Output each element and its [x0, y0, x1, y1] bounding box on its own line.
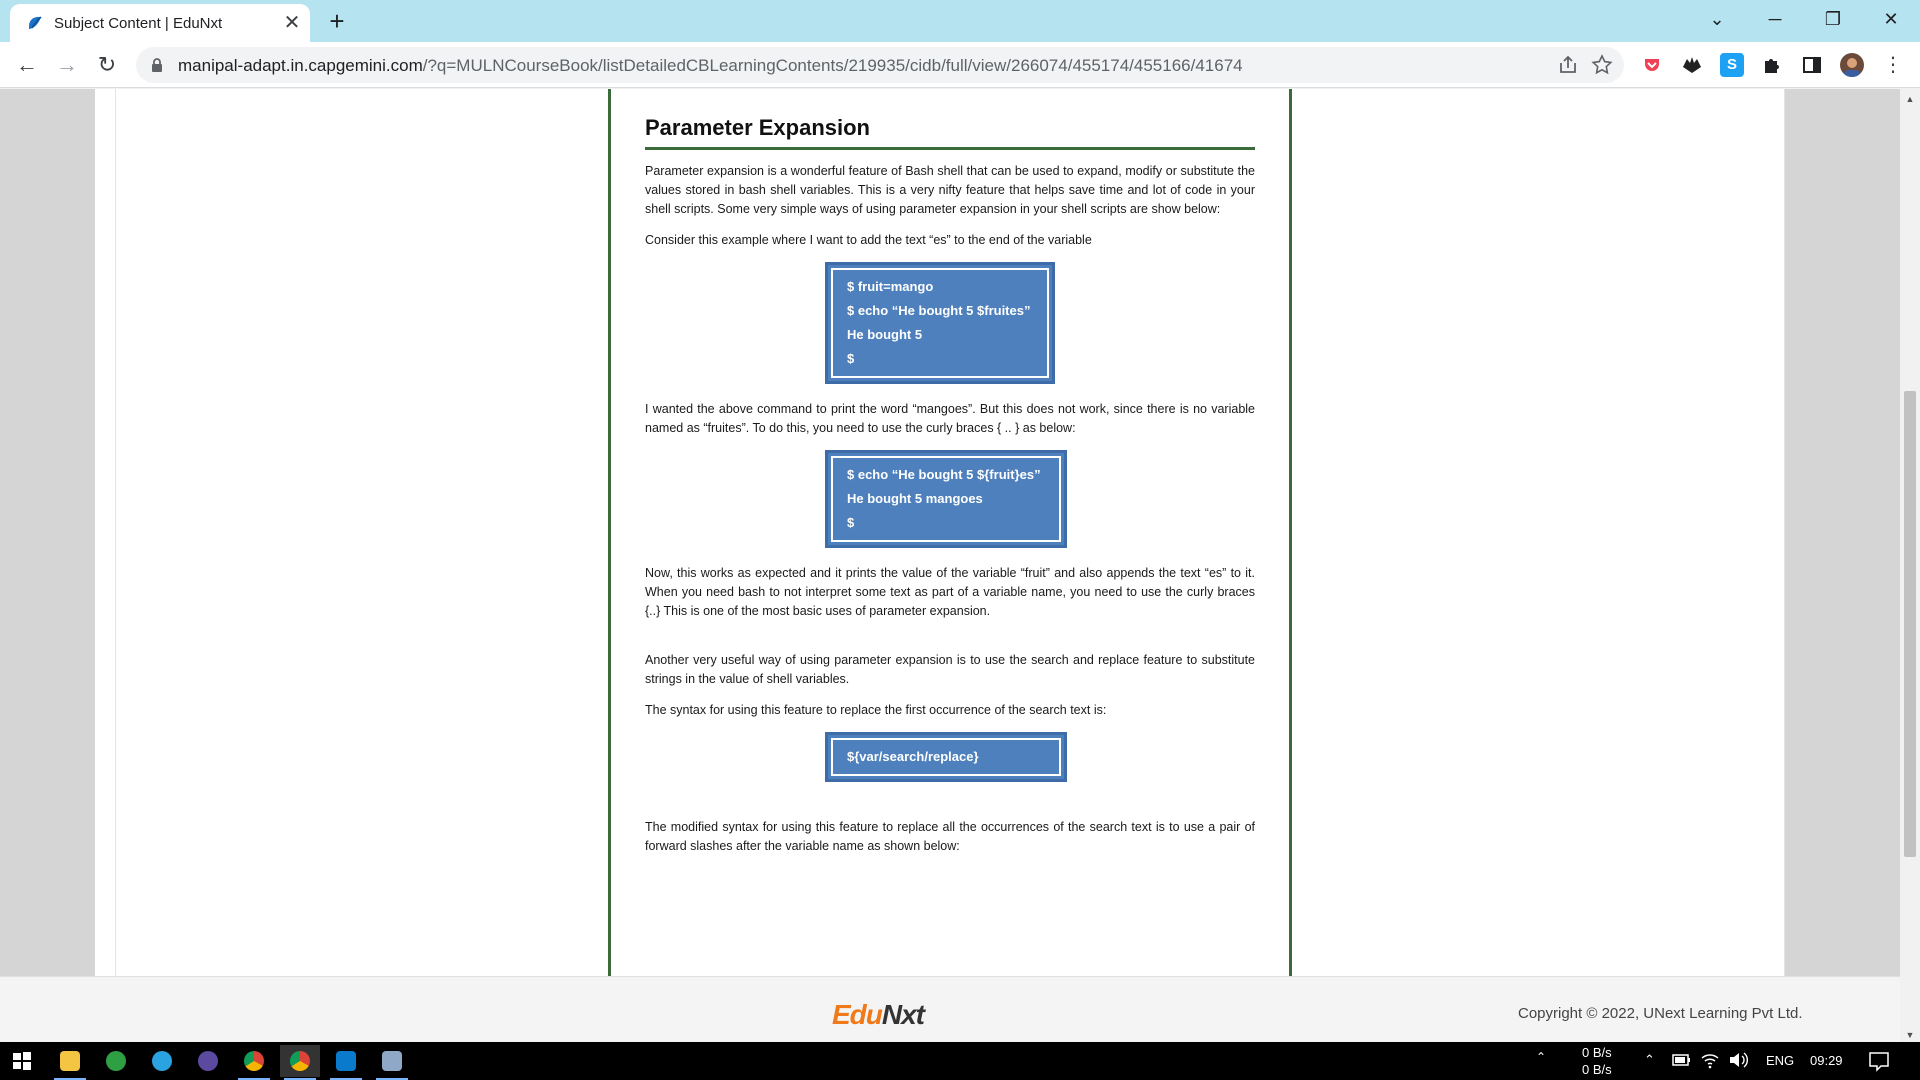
restore-button[interactable]: ❐ [1810, 0, 1856, 38]
windows-logo-icon [13, 1052, 31, 1070]
paragraph-result: Now, this works as expected and it print… [645, 566, 1255, 618]
clock-time[interactable]: 09:29 [1810, 1053, 1843, 1068]
show-hidden-icons-icon[interactable]: ⌃ [1644, 1052, 1655, 1068]
scroll-down-arrow-icon[interactable]: ▼ [1904, 1029, 1916, 1041]
code-line: $ fruit=mango [847, 279, 934, 294]
browser-toolbar: ← → ↻ manipal-adapt.in.capgemini.com/?q=… [0, 42, 1920, 88]
taskbar-app-purple[interactable] [188, 1045, 228, 1077]
wifi-icon[interactable] [1700, 1051, 1720, 1069]
code-line: $ [847, 515, 855, 530]
code-block-1: $ fruit=mango $ echo “He bought 5 $fruit… [825, 262, 1055, 384]
windows-taskbar: ⌃ 0 B/s 0 B/s ⌃ ENG 09:29 [0, 1042, 1920, 1080]
logo-edu: Edu [832, 999, 883, 1030]
forward-button[interactable]: → [52, 50, 82, 80]
paragraph-intro: Parameter expansion is a wonderful featu… [645, 164, 1255, 216]
copyright-text: Copyright © 2022, UNext Learning Pvt Ltd… [1518, 1005, 1803, 1022]
taskbar-telegram[interactable] [142, 1045, 182, 1077]
notifications-icon[interactable] [1868, 1050, 1890, 1072]
tab-strip: Subject Content | EduNxt ✕ + ⌄ ─ ❐ ✕ [0, 0, 1920, 42]
logo-nxt: Nxt [881, 999, 925, 1030]
network-download-speed: 0 B/s [1582, 1062, 1612, 1077]
tab-close-icon[interactable]: ✕ [280, 11, 304, 35]
language-indicator[interactable]: ENG [1766, 1053, 1794, 1068]
code-line: He bought 5 mangoes [847, 491, 983, 506]
extension-bat-icon[interactable] [1680, 53, 1704, 77]
close-window-button[interactable]: ✕ [1868, 0, 1914, 38]
taskbar-app-green[interactable] [96, 1045, 136, 1077]
edunxt-logo[interactable]: EduNxt [832, 999, 925, 1031]
page-viewport: Parameter Expansion Parameter expansion … [0, 89, 1900, 976]
profile-avatar[interactable] [1840, 53, 1864, 77]
folder-icon [60, 1051, 80, 1071]
paragraph-explain: I wanted the above command to print the … [645, 402, 1255, 435]
paragraph-search-replace: Another very useful way of using paramet… [645, 653, 1255, 686]
taskbar-chrome-2[interactable] [280, 1045, 320, 1080]
document-page: Parameter Expansion Parameter expansion … [608, 89, 1292, 976]
chrome-icon [290, 1051, 310, 1071]
document-heading: Parameter Expansion [645, 115, 1255, 150]
code-line: $ echo “He bought 5 $fruites” [847, 303, 1031, 318]
bookmark-star-icon[interactable] [1590, 53, 1614, 77]
telegram-icon [152, 1051, 172, 1071]
scrollbar-thumb[interactable] [1904, 391, 1916, 857]
pocket-extension-icon[interactable] [1640, 53, 1664, 77]
code-line: He bought 5 [847, 327, 923, 342]
battery-icon[interactable] [1672, 1053, 1692, 1067]
document-content: Parameter Expansion Parameter expansion … [645, 115, 1255, 868]
url-host: manipal-adapt.in.capgemini.com [178, 56, 423, 75]
monitor-icon [382, 1051, 402, 1071]
code-line: ${var/search/replace} [847, 749, 979, 764]
address-bar[interactable]: manipal-adapt.in.capgemini.com/?q=MULNCo… [136, 47, 1624, 83]
tab-title: Subject Content | EduNxt [54, 15, 223, 32]
paragraph-syntax: The syntax for using this feature to rep… [645, 703, 1107, 717]
share-icon[interactable] [1556, 53, 1580, 77]
green-app-icon [106, 1051, 126, 1071]
network-upload-speed: 0 B/s [1582, 1045, 1612, 1060]
code-block-2: $ echo “He bought 5 ${fruit}es” He bough… [825, 450, 1067, 548]
chrome-icon [244, 1051, 264, 1071]
edunxt-favicon-icon [29, 16, 42, 29]
volume-icon[interactable] [1728, 1051, 1748, 1069]
paragraph-modified-syntax: The modified syntax for using this featu… [645, 820, 1255, 853]
browser-tab-active[interactable]: Subject Content | EduNxt ✕ [10, 4, 310, 42]
taskbar-app-screen[interactable] [372, 1045, 412, 1080]
minimize-button[interactable]: ─ [1752, 0, 1798, 38]
taskbar-file-explorer[interactable] [50, 1045, 90, 1080]
tray-chevrons-icon[interactable]: ⌃ [1536, 1050, 1546, 1064]
vscode-icon [336, 1051, 356, 1071]
back-button[interactable]: ← [12, 50, 42, 80]
extension-s-icon[interactable]: S [1720, 53, 1744, 77]
lock-icon [152, 58, 162, 72]
purple-app-icon [198, 1051, 218, 1071]
taskbar-chrome-1[interactable] [234, 1045, 274, 1080]
vertical-scrollbar[interactable]: ▲ ▼ [1900, 89, 1920, 1040]
start-button[interactable] [2, 1045, 42, 1077]
tab-search-icon[interactable]: ⌄ [1694, 0, 1740, 38]
side-panel-icon[interactable] [1800, 53, 1824, 77]
code-line: $ [847, 351, 855, 366]
code-line: $ echo “He bought 5 ${fruit}es” [847, 467, 1041, 482]
taskbar-vscode[interactable] [326, 1045, 366, 1080]
browser-menu-icon[interactable]: ⋮ [1878, 50, 1908, 80]
page-footer: EduNxt Copyright © 2022, UNext Learning … [0, 976, 1900, 1042]
url-text[interactable]: manipal-adapt.in.capgemini.com/?q=MULNCo… [178, 56, 1243, 76]
reload-button[interactable]: ↻ [92, 50, 122, 80]
url-path: /?q=MULNCourseBook/listDetailedCBLearnin… [422, 56, 1243, 75]
new-tab-button[interactable]: + [322, 7, 352, 37]
scroll-up-arrow-icon[interactable]: ▲ [1904, 93, 1916, 105]
extensions-puzzle-icon[interactable] [1760, 53, 1784, 77]
paragraph-example: Consider this example where I want to ad… [645, 233, 1092, 247]
code-block-3: ${var/search/replace} [825, 732, 1067, 782]
